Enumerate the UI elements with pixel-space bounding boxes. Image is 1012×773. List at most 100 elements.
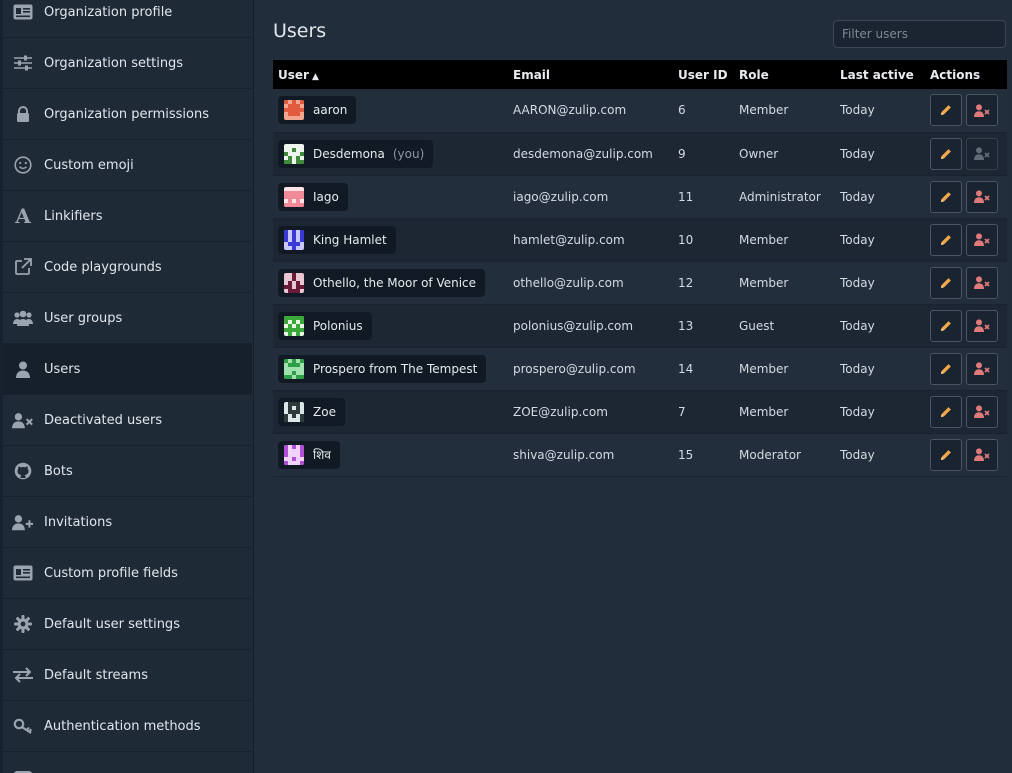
sidebar-item-authentication-methods[interactable]: Authentication methods (3, 701, 252, 752)
last-active-cell: Today (840, 146, 875, 161)
sort-ascending-icon: ▲ (311, 71, 319, 82)
edit-user-button[interactable] (930, 395, 962, 428)
edit-user-button[interactable] (930, 94, 962, 127)
sidebar-item-organization-permissions[interactable]: Organization permissions (3, 89, 252, 140)
user-pill[interactable]: aaron (278, 96, 357, 125)
edit-user-button[interactable] (930, 266, 962, 299)
user-times-icon (974, 104, 990, 117)
edit-user-button[interactable] (930, 438, 962, 471)
sidebar-item-label: Custom emoji (44, 157, 134, 173)
deactivate-user-button[interactable] (966, 180, 998, 213)
sidebar-item-custom-profile-fields[interactable]: Custom profile fields (3, 548, 252, 599)
user-pill[interactable]: King Hamlet (278, 225, 396, 254)
last-active-cell: Today (840, 318, 875, 333)
user-id-cell: 7 (678, 404, 686, 419)
user-cell: King Hamlet (273, 218, 508, 261)
sidebar-item-organization-profile[interactable]: Organization profile (3, 0, 252, 38)
user-pill[interactable]: Prospero from The Tempest (278, 354, 487, 383)
sidebar-item-label: Default user settings (44, 616, 180, 632)
pencil-icon (941, 234, 951, 245)
sidebar-item-code-playgrounds[interactable]: Code playgrounds (3, 242, 252, 293)
sidebar-item-organization-settings[interactable]: Organization settings (3, 38, 252, 89)
id-card-icon (12, 1, 34, 23)
user-id-column-header[interactable]: User ID (673, 60, 734, 89)
user-pill[interactable]: Zoe (278, 397, 345, 426)
pencil-icon (941, 406, 951, 417)
user-pill[interactable]: Othello, the Moor of Venice (278, 268, 486, 297)
users-table-body: aaron AARON@zulip.com 6 Member Today Desdemon… (273, 89, 1007, 476)
sidebar-item-deactivated-users[interactable]: Deactivated users (3, 395, 252, 446)
deactivate-user-button[interactable] (966, 309, 998, 342)
role-column-header[interactable]: Role (734, 60, 835, 89)
font-icon: A (15, 204, 31, 228)
user-times-icon (974, 147, 990, 160)
user-times-icon (974, 448, 990, 461)
email-cell: polonius@zulip.com (513, 318, 634, 333)
pencil-icon (941, 363, 951, 374)
user-cell: Prospero from The Tempest (273, 347, 508, 390)
pencil-icon (941, 449, 951, 460)
email-column-header[interactable]: Email (508, 60, 673, 89)
user-column-header[interactable]: User ▲ (273, 60, 508, 89)
role-cell: Moderator (739, 447, 801, 462)
actions-cell (925, 304, 1007, 347)
sidebar-item-default-streams[interactable]: Default streams (3, 650, 252, 701)
sidebar-item-default-user-settings[interactable]: Default user settings (3, 599, 252, 650)
pencil-icon (941, 277, 951, 288)
sidebar-item-label: User groups (44, 310, 123, 326)
id-card-icon (12, 562, 34, 584)
deactivate-user-button[interactable] (966, 94, 998, 127)
settings-nav-list: Organization profile Organization setting… (3, 0, 252, 773)
pencil-icon (941, 105, 951, 116)
sidebar-item-users[interactable]: Users (3, 344, 252, 395)
user-name: King Hamlet (313, 232, 387, 247)
user-icon (12, 358, 34, 380)
last-active-cell: Today (840, 189, 875, 204)
sidebar-item-label: Linkifiers (44, 208, 103, 224)
avatar (284, 444, 304, 465)
deactivate-user-button[interactable] (966, 352, 998, 385)
edit-user-button[interactable] (930, 223, 962, 256)
lock-icon (12, 103, 34, 125)
pencil-icon (941, 191, 951, 202)
sidebar-item-label: Invitations (44, 514, 113, 530)
filter-users-input[interactable] (833, 20, 1006, 48)
pencil-icon (941, 320, 951, 331)
user-cell: Othello, the Moor of Venice (273, 261, 508, 304)
last-active-column-header[interactable]: Last active (835, 60, 925, 89)
sidebar-item-linkifiers[interactable]: A Linkifiers (3, 191, 252, 242)
deactivate-user-button[interactable] (966, 223, 998, 256)
edit-user-button[interactable] (930, 309, 962, 342)
deactivate-user-button[interactable] (966, 438, 998, 471)
role-cell: Member (739, 232, 789, 247)
smile-icon (12, 154, 34, 176)
sidebar-item-bots[interactable]: Bots (3, 446, 252, 497)
user-name: Othello, the Moor of Venice (313, 275, 477, 290)
user-id-cell: 6 (678, 103, 686, 118)
exchange-icon (12, 664, 34, 686)
edit-user-button[interactable] (930, 352, 962, 385)
avatar (284, 143, 304, 164)
edit-user-button[interactable] (930, 180, 962, 213)
user-name: Polonius (313, 318, 363, 333)
sidebar-item-custom-emoji[interactable]: Custom emoji (3, 140, 252, 191)
user-pill[interactable]: Polonius (278, 311, 372, 340)
user-times-icon (974, 276, 990, 289)
user-pill[interactable]: Desdemona (you) (278, 139, 434, 168)
user-cell: aaron (273, 89, 508, 132)
user-column-label: User (278, 67, 309, 82)
sidebar-item-user-groups[interactable]: User groups (3, 293, 252, 344)
user-pill[interactable]: Iago (278, 182, 348, 211)
user-id-cell: 9 (678, 146, 686, 161)
sidebar-partial-icon (12, 766, 34, 773)
user-name: Iago (313, 189, 339, 204)
user-pill[interactable]: शिव (278, 440, 340, 469)
user-cell: Polonius (273, 304, 508, 347)
deactivate-user-button[interactable] (966, 266, 998, 299)
edit-user-button[interactable] (930, 137, 962, 170)
deactivate-user-button[interactable] (966, 395, 998, 428)
sidebar-item-invitations[interactable]: Invitations (3, 497, 252, 548)
github-icon (12, 460, 34, 482)
deactivate-user-button (966, 137, 998, 170)
sidebar-item-partial[interactable] (3, 752, 252, 773)
